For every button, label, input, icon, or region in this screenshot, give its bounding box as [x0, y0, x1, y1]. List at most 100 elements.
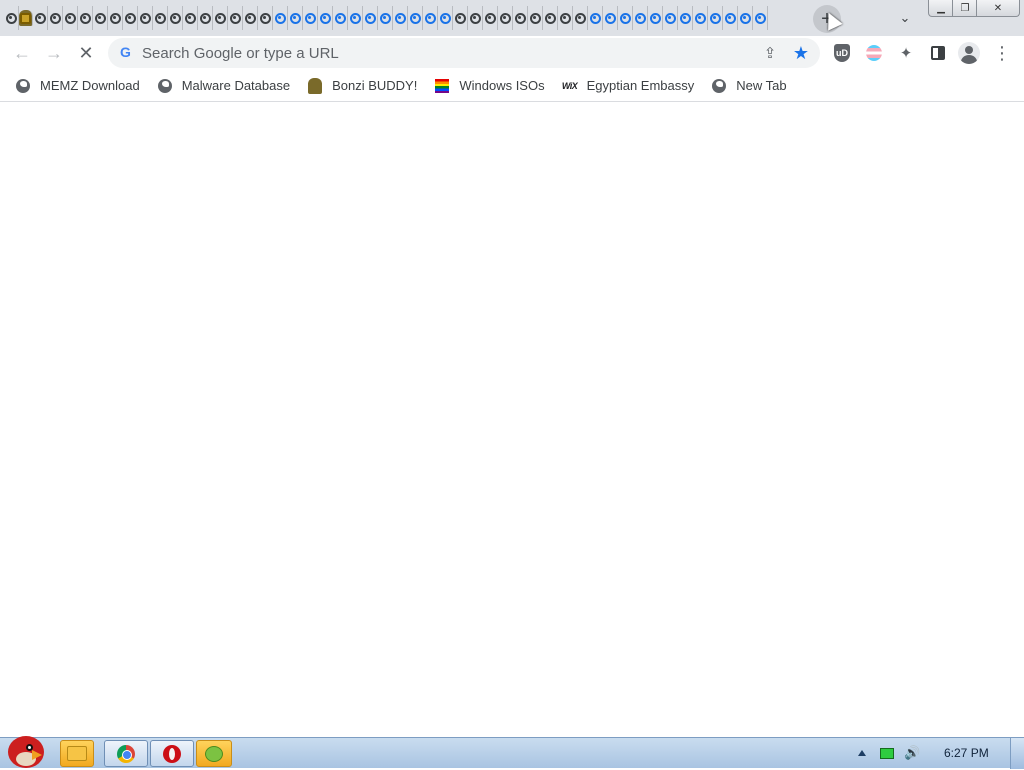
flag-extension-button[interactable] [863, 42, 885, 64]
browser-tab[interactable] [78, 6, 93, 30]
browser-tab[interactable] [693, 6, 708, 30]
show-hidden-icons-icon[interactable] [858, 750, 866, 756]
browser-tab[interactable] [333, 6, 348, 30]
omnibox[interactable]: G ⇪ ★ [108, 38, 820, 68]
browser-tab[interactable] [198, 6, 213, 30]
browser-tab[interactable] [168, 6, 183, 30]
bookmark-windows-isos[interactable]: Windows ISOs [427, 72, 552, 100]
browser-tab[interactable] [393, 6, 408, 30]
browser-tab[interactable] [93, 6, 108, 30]
browser-tab[interactable] [63, 6, 78, 30]
browser-tab[interactable] [423, 6, 438, 30]
browser-tab[interactable] [303, 6, 318, 30]
restore-button[interactable]: ❐ [952, 0, 978, 17]
browser-tab[interactable] [573, 6, 588, 30]
stop-loading-button[interactable]: ✕ [73, 40, 99, 66]
browser-tab[interactable] [633, 6, 648, 30]
site-icon [169, 12, 181, 24]
address-input[interactable] [142, 38, 742, 68]
browser-tab[interactable] [288, 6, 303, 30]
network-icon[interactable] [880, 747, 894, 759]
browser-tab[interactable] [378, 6, 393, 30]
browser-tab[interactable] [753, 6, 768, 30]
browser-tab[interactable] [19, 10, 33, 26]
browser-tab[interactable] [618, 6, 633, 30]
browser-tab[interactable] [663, 6, 678, 30]
site-icon [499, 12, 511, 24]
browser-tab[interactable] [363, 6, 378, 30]
browser-tab[interactable] [33, 6, 48, 30]
browser-tab[interactable] [498, 6, 513, 30]
extensions-button[interactable]: ✦ [895, 42, 917, 64]
browser-tab[interactable] [348, 6, 363, 30]
browser-tab[interactable] [108, 6, 123, 30]
taskbar-explorer[interactable] [60, 740, 94, 767]
browser-tab[interactable] [123, 6, 138, 30]
browser-tab[interactable] [723, 6, 738, 30]
loading-icon [739, 12, 751, 24]
page-content[interactable] [0, 103, 1024, 737]
browser-tab[interactable] [543, 6, 558, 30]
browser-tab[interactable] [483, 6, 498, 30]
site-icon [454, 12, 466, 24]
side-panel-button[interactable] [927, 42, 949, 64]
browser-tab[interactable] [558, 6, 573, 30]
tab-search-button[interactable]: ⌄ [895, 8, 915, 28]
browser-tab[interactable] [318, 6, 333, 30]
bookmark-malware-database[interactable]: Malware Database [150, 72, 298, 100]
profile-button[interactable] [958, 42, 980, 64]
browser-tab[interactable] [708, 6, 723, 30]
browser-tab[interactable] [738, 6, 753, 30]
browser-tab[interactable] [603, 6, 618, 30]
loading-icon [694, 12, 706, 24]
browser-tab[interactable] [183, 6, 198, 30]
ublock-extension-button[interactable]: uD [831, 42, 853, 64]
browser-tab[interactable] [138, 6, 153, 30]
taskbar-chrome[interactable] [104, 740, 148, 767]
browser-tab[interactable] [228, 6, 243, 30]
browser-tab[interactable] [243, 6, 258, 30]
browser-tab[interactable] [588, 6, 603, 30]
browser-tab[interactable] [408, 6, 423, 30]
clock[interactable]: 6:27 PM [944, 746, 989, 760]
browser-tab[interactable] [48, 6, 63, 30]
browser-tab[interactable] [153, 6, 168, 30]
share-button[interactable]: ⇪ [760, 43, 780, 63]
site-icon [64, 12, 76, 24]
menu-button[interactable]: ⋮ [991, 42, 1013, 64]
show-desktop-button[interactable] [1010, 738, 1024, 769]
taskbar-opera[interactable] [150, 740, 194, 767]
site-icon [124, 12, 136, 24]
back-button[interactable]: ← [9, 40, 35, 66]
bookmark-bonzi-buddy[interactable]: Bonzi BUDDY! [300, 72, 425, 100]
bookmark-new-tab[interactable]: New Tab [704, 72, 794, 100]
rainbow-flag-icon [435, 78, 450, 93]
loading-icon [754, 12, 766, 24]
minimize-button[interactable]: ▁ [928, 0, 954, 17]
site-icon [154, 12, 166, 24]
browser-tab[interactable] [513, 6, 528, 30]
volume-icon[interactable]: 🔊 [904, 745, 920, 761]
browser-tab[interactable] [258, 6, 273, 30]
taskbar-game[interactable] [196, 740, 232, 767]
browser-tab[interactable] [468, 6, 483, 30]
browser-tab[interactable] [528, 6, 543, 30]
browser-tab[interactable] [453, 6, 468, 30]
loading-icon [589, 12, 601, 24]
avatar-icon [958, 42, 980, 64]
bookmark-memz-download[interactable]: MEMZ Download [8, 72, 148, 100]
browser-tab[interactable] [273, 6, 288, 30]
bookmark-star-button[interactable]: ★ [791, 43, 811, 63]
browser-tab[interactable] [438, 6, 453, 30]
start-button[interactable] [2, 730, 50, 770]
bonzi-icon [20, 12, 31, 24]
bookmark-egyptian-embassy[interactable]: WiX Egyptian Embassy [555, 72, 703, 100]
browser-tab[interactable] [648, 6, 663, 30]
browser-tab[interactable] [4, 6, 19, 30]
browser-tab[interactable] [678, 6, 693, 30]
bookmarks-bar: MEMZ Download Malware Database Bonzi BUD… [0, 70, 1024, 102]
forward-button[interactable]: → [41, 40, 67, 66]
close-button[interactable]: ✕ [976, 0, 1020, 17]
browser-tab[interactable] [213, 6, 228, 30]
loading-icon [274, 12, 286, 24]
